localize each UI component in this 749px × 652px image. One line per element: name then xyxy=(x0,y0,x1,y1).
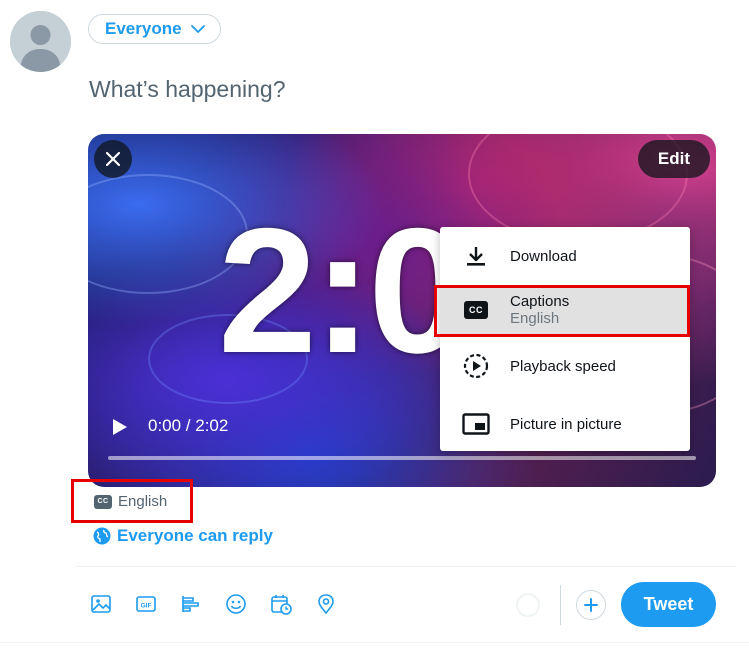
menu-item-sublabel: English xyxy=(510,310,560,327)
poll-icon[interactable] xyxy=(179,592,203,616)
caption-language-tag[interactable]: CC English xyxy=(94,493,167,510)
audience-selector[interactable]: Everyone xyxy=(88,14,221,44)
close-icon xyxy=(105,151,121,167)
remove-media-button[interactable] xyxy=(94,140,132,178)
toolbar-separator xyxy=(560,585,561,625)
divider xyxy=(76,566,736,567)
emoji-icon[interactable] xyxy=(224,592,248,616)
tweet-button[interactable]: Tweet xyxy=(621,582,716,627)
gif-icon[interactable]: GIF xyxy=(134,592,158,616)
video-time: 0:00 / 2:02 xyxy=(148,416,229,435)
menu-item-picture-in-picture[interactable]: Picture in picture xyxy=(440,407,690,441)
video-frame-text: 2:0 xyxy=(218,191,467,390)
plus-icon xyxy=(584,598,598,612)
play-icon[interactable] xyxy=(112,418,128,436)
cc-icon: CC xyxy=(94,494,112,509)
menu-item-captions[interactable]: CC Captions English xyxy=(440,285,690,335)
menu-item-download[interactable]: Download xyxy=(440,239,690,273)
character-counter xyxy=(516,593,540,617)
schedule-icon[interactable] xyxy=(269,592,293,616)
download-icon xyxy=(462,242,490,270)
location-icon[interactable] xyxy=(314,592,338,616)
avatar[interactable] xyxy=(10,11,71,72)
reply-setting-label: Everyone can reply xyxy=(117,526,273,545)
audience-label: Everyone xyxy=(105,19,182,38)
playback-speed-icon xyxy=(462,352,490,380)
cc-icon: CC xyxy=(462,296,490,324)
tweet-text-input[interactable]: What’s happening? xyxy=(89,76,286,103)
menu-item-playback-speed[interactable]: Playback speed xyxy=(440,349,690,383)
reply-setting-button[interactable]: Everyone can reply xyxy=(93,526,273,546)
globe-icon xyxy=(93,527,111,545)
svg-text:GIF: GIF xyxy=(141,603,152,610)
add-tweet-button[interactable] xyxy=(576,590,606,620)
caption-language-label: English xyxy=(118,493,168,510)
video-settings-menu: Download CC Captions English Playback sp… xyxy=(440,227,690,451)
chevron-down-icon xyxy=(190,25,205,33)
menu-item-label: Picture in picture xyxy=(510,415,622,433)
edit-media-button[interactable]: Edit xyxy=(637,140,710,178)
divider xyxy=(0,642,749,643)
menu-item-label: Download xyxy=(510,247,577,265)
menu-item-label: Playback speed xyxy=(510,357,616,375)
default-avatar-icon xyxy=(10,11,71,72)
pip-icon xyxy=(462,410,490,438)
video-progress-bar[interactable] xyxy=(108,456,696,460)
menu-item-label: Captions xyxy=(510,293,570,310)
image-icon[interactable] xyxy=(89,592,113,616)
